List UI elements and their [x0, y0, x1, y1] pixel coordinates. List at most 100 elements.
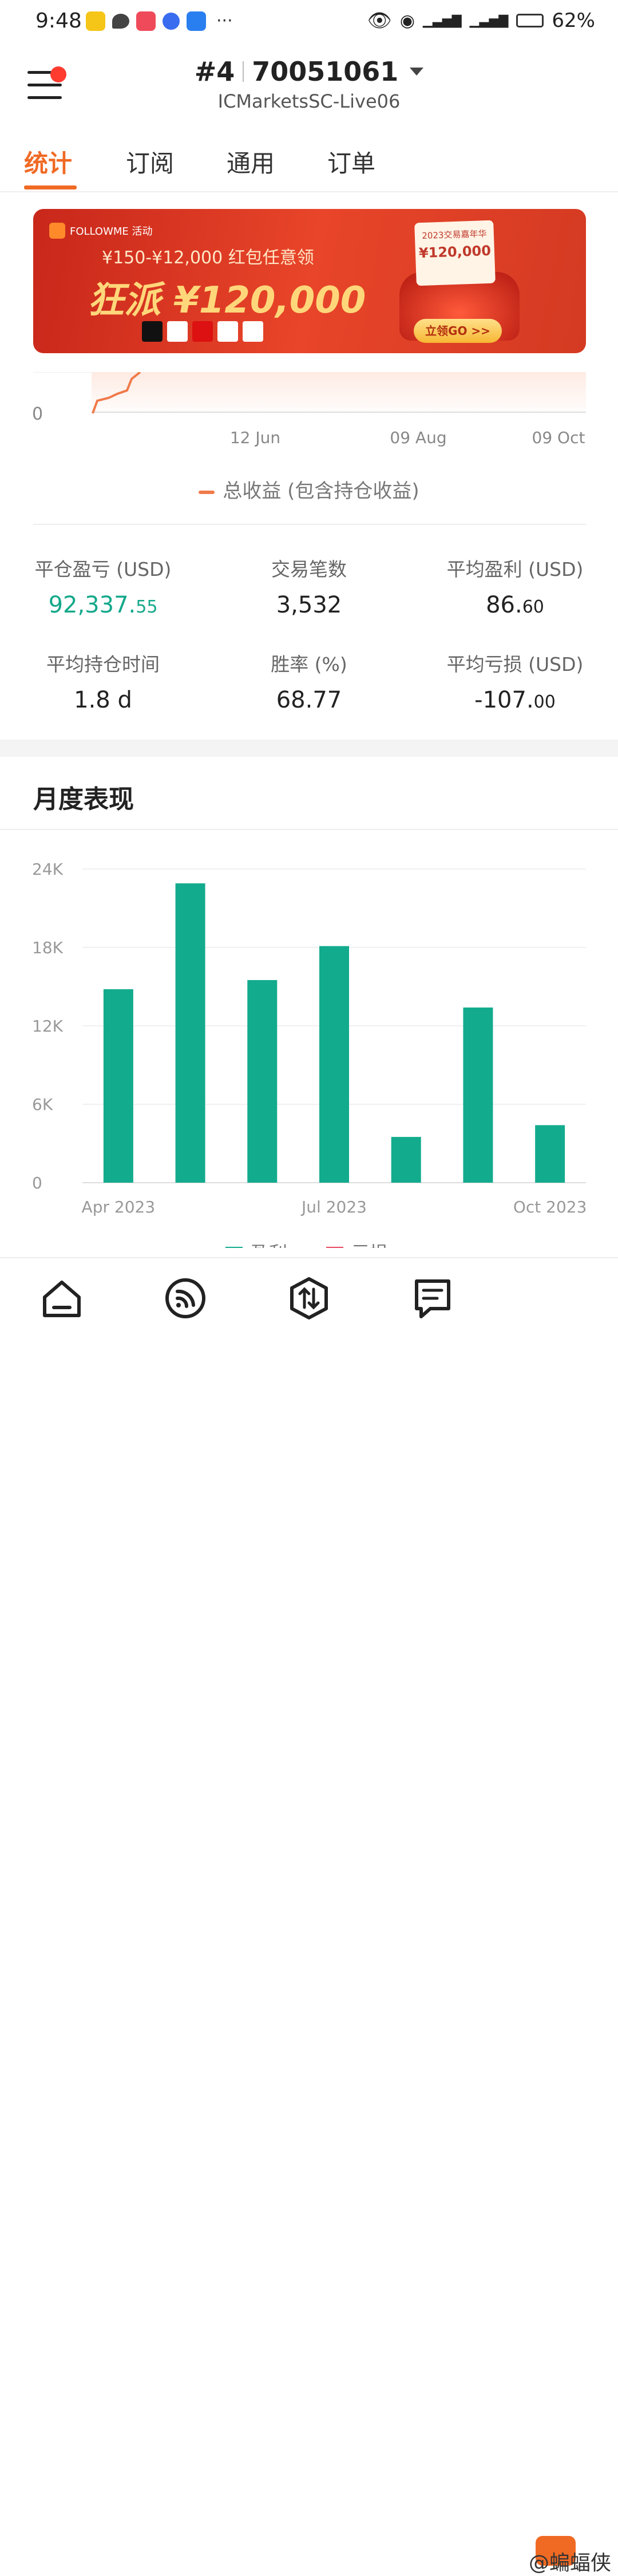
bar-apr-2023: [103, 989, 133, 1183]
sponsor-logo: [142, 321, 163, 342]
watermark: @蝙蝠侠: [528, 2551, 611, 2575]
avg-hold-value: 1.8 d: [74, 687, 132, 713]
battery-icon: [516, 14, 544, 27]
legend-label-profit: 盈利: [251, 1242, 287, 1248]
closed-pl-value: 92,337.55: [17, 592, 189, 618]
bar-jul-2023: [319, 946, 349, 1183]
sponsor-logo: [217, 321, 238, 342]
y-axis-label: 0: [32, 404, 43, 424]
closed-pl-decimal: 55: [136, 597, 158, 617]
legend-swatch-loss: [326, 1247, 343, 1258]
signal-icon[interactable]: [163, 1275, 208, 1321]
legend-label: 总收益 (包含持仓收益): [223, 480, 419, 503]
x-tick-label: Apr 2023: [82, 1198, 156, 1216]
card-title: 2023交易嘉年华: [422, 228, 487, 241]
banner-headline: 狂派 ¥120,000: [88, 279, 366, 322]
baidu-icon: [163, 13, 180, 30]
equity-area: [92, 372, 586, 412]
tab-general[interactable]: 通用: [227, 144, 275, 179]
home-icon[interactable]: [39, 1275, 85, 1321]
y-tick-label: 0: [32, 1174, 42, 1192]
sponsor-logos: [142, 321, 263, 342]
legend-swatch: [199, 490, 215, 494]
account-selector[interactable]: #4 70051061 ICMarketsSC-Live06: [0, 56, 618, 112]
status-time: 9:48: [35, 9, 82, 33]
closed-pl-label: 平仓盈亏 (USD): [34, 558, 172, 580]
y-tick-label: 12K: [32, 1017, 64, 1036]
more-icon: ···: [216, 11, 233, 31]
x-tick-label: Jul 2023: [300, 1198, 367, 1216]
divider: [0, 829, 618, 830]
trades-value: 3,532: [276, 592, 342, 618]
monthly-bar-chart: 24K 18K 12K 6K 0 Apr 2023 Jul 2023 Oct 2023 盈利 亏损: [0, 847, 618, 1264]
card-amount: ¥120,000: [418, 242, 492, 262]
trade-icon[interactable]: [286, 1275, 332, 1321]
y-tick-label: 18K: [32, 938, 64, 957]
avg-profit-decimal: 60: [522, 597, 544, 617]
tab-bar: 统计 订阅 通用 订单: [0, 137, 618, 192]
system-status: 👁 ◉ ▁▃▅▇ ▁▃▅▇ 62%: [367, 9, 595, 32]
battery-percent: 62%: [552, 9, 595, 32]
closed-pl-main: 92,337.: [48, 592, 136, 618]
y-tick-label: 6K: [32, 1095, 53, 1114]
bottom-nav: @蝙蝠侠: [0, 1257, 618, 2575]
tab-stats[interactable]: 统计: [24, 144, 72, 179]
server-name: ICMarketsSC-Live06: [217, 90, 401, 112]
signal-bars-icon: ▁▃▅▇: [423, 13, 462, 28]
trades-label: 交易笔数: [271, 558, 347, 580]
notification-icons: ···: [86, 11, 233, 31]
win-rate-value: 68.77: [276, 687, 342, 713]
avg-loss-value: -107.00: [429, 687, 601, 713]
avg-profit-main: 86.: [486, 592, 522, 618]
car-app-icon: [187, 11, 206, 31]
bar-jun-2023: [247, 980, 278, 1183]
x-tick-label: Oct 2023: [513, 1198, 587, 1216]
chat-icon: [112, 14, 129, 29]
sponsor-logo: [243, 321, 263, 342]
section-gap: [0, 740, 618, 757]
banner-cta-button[interactable]: 立领GO >>: [414, 319, 502, 343]
account-number: 70051061: [252, 56, 399, 87]
avg-hold-label: 平均持仓时间: [46, 653, 160, 675]
bar-oct-2023: [535, 1125, 565, 1183]
banner-subtitle: ¥150-¥12,000 红包任意领: [102, 248, 314, 268]
tab-orders[interactable]: 订单: [327, 144, 375, 179]
banner-card: 2023交易嘉年华 ¥120,000: [414, 220, 496, 286]
avg-loss-label: 平均亏损 (USD): [446, 653, 584, 675]
followme-logo-icon: [49, 223, 65, 239]
app-icon: [86, 11, 105, 31]
status-bar: 9:48 ··· 👁 ◉ ▁▃▅▇ ▁▃▅▇ 62%: [0, 0, 618, 45]
book-icon: [136, 11, 156, 31]
promo-banner[interactable]: FOLLOWME 活动 ¥150-¥12,000 红包任意领 狂派 ¥120,0…: [33, 209, 586, 353]
hotspot-icon: ◉: [399, 10, 415, 31]
orders-icon[interactable]: [410, 1275, 455, 1321]
tab-subscribe[interactable]: 订阅: [126, 144, 174, 179]
bar-aug-2023: [391, 1137, 421, 1183]
avg-loss-main: -107.: [474, 687, 534, 713]
x-tick: 09 Aug: [390, 428, 446, 447]
legend-swatch-profit: [225, 1247, 243, 1258]
banner-brand-text: FOLLOWME 活动: [70, 226, 153, 238]
monthly-title: 月度表现: [33, 785, 134, 814]
avg-profit-value: 86.60: [429, 592, 601, 618]
account-prefix: #4: [194, 56, 235, 87]
separator: [243, 61, 244, 82]
bar-chart-svg: 24K 18K 12K 6K 0 Apr 2023 Jul 2023 Oct 2023 盈利 亏损: [32, 860, 587, 1264]
equity-legend[interactable]: 总收益 (包含持仓收益): [0, 475, 618, 503]
equity-chart: 0 12 Jun 09 Aug 09 Oct: [0, 372, 618, 532]
x-tick: 09 Oct: [532, 428, 585, 447]
avg-profit-label: 平均盈利 (USD): [446, 558, 584, 580]
win-rate-label: 胜率 (%): [271, 653, 347, 675]
eye-icon: 👁: [367, 9, 392, 32]
x-tick: 12 Jun: [230, 428, 280, 447]
tab-indicator: [24, 185, 77, 189]
bar-may-2023: [175, 883, 205, 1183]
divider: [33, 524, 586, 525]
banner-brand: FOLLOWME 活动: [49, 223, 153, 239]
sponsor-logo: [167, 321, 188, 342]
signal-bars-icon-2: ▁▃▅▇: [469, 13, 509, 28]
bar-sep-2023: [463, 1008, 493, 1183]
sponsor-logo: [192, 321, 213, 342]
chevron-down-icon[interactable]: [410, 68, 424, 76]
y-tick-label: 24K: [32, 860, 64, 879]
